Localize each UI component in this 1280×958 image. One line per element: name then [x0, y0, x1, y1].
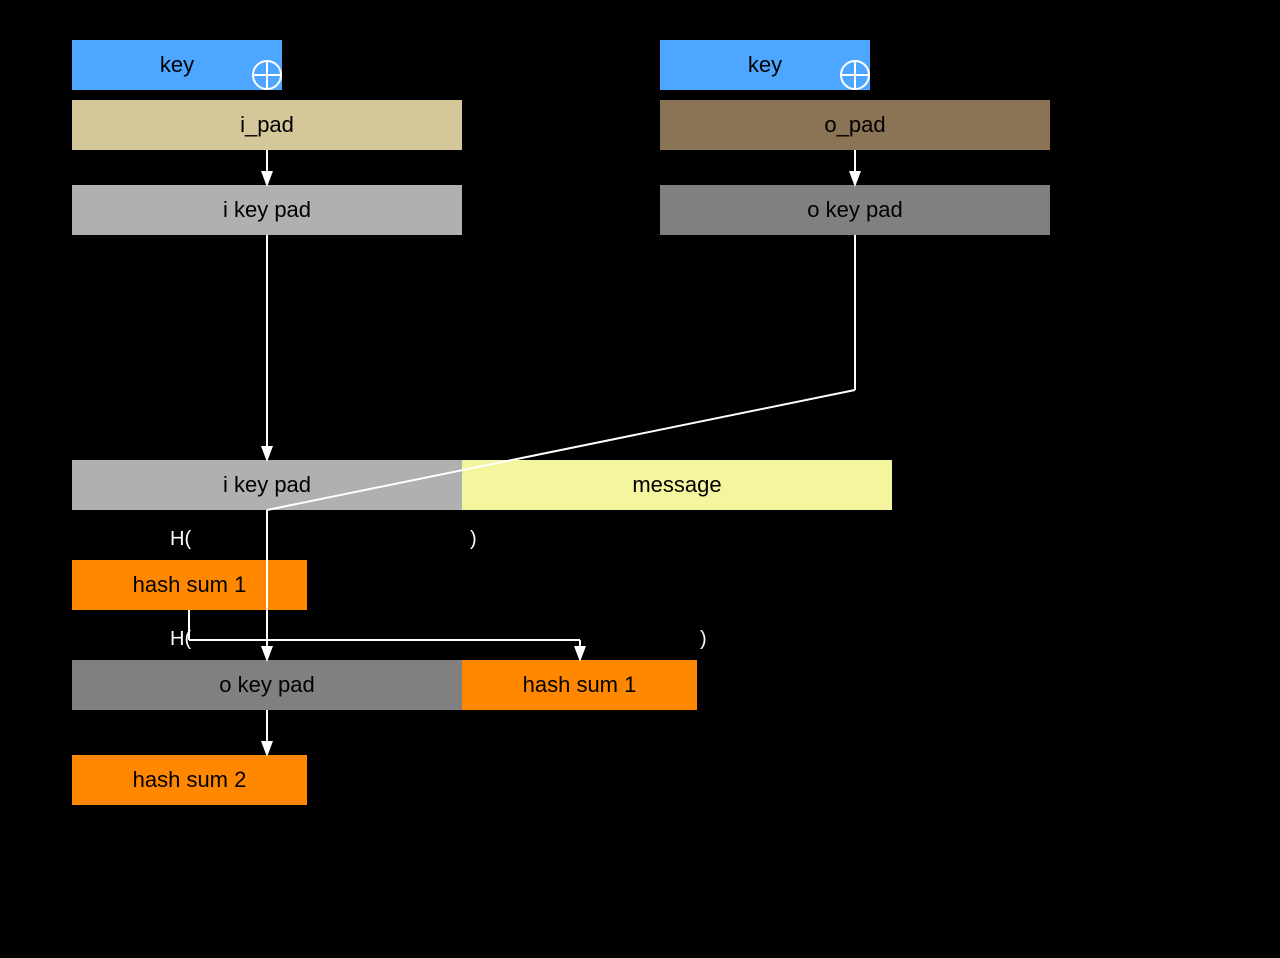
svg-text:H(: H(: [170, 628, 191, 650]
key-right-box: key: [660, 40, 870, 90]
ipad-box: i_pad: [72, 100, 462, 150]
hash-sum-1-inline-box: hash sum 1: [462, 660, 697, 710]
key-left-box: key: [72, 40, 282, 90]
ikey-pad-top: i key pad: [72, 185, 462, 235]
hash-sum-1-box: hash sum 1: [72, 560, 307, 610]
opad-box: o_pad: [660, 100, 1050, 150]
svg-text:): ): [470, 528, 477, 550]
ikey-pad-mid: i key pad: [72, 460, 462, 510]
svg-text:): ): [700, 628, 707, 650]
okey-pad-bot: o key pad: [72, 660, 462, 710]
okey-pad-top: o key pad: [660, 185, 1050, 235]
hash-sum-2-box: hash sum 2: [72, 755, 307, 805]
svg-text:H(: H(: [170, 528, 191, 550]
message-box: message: [462, 460, 892, 510]
